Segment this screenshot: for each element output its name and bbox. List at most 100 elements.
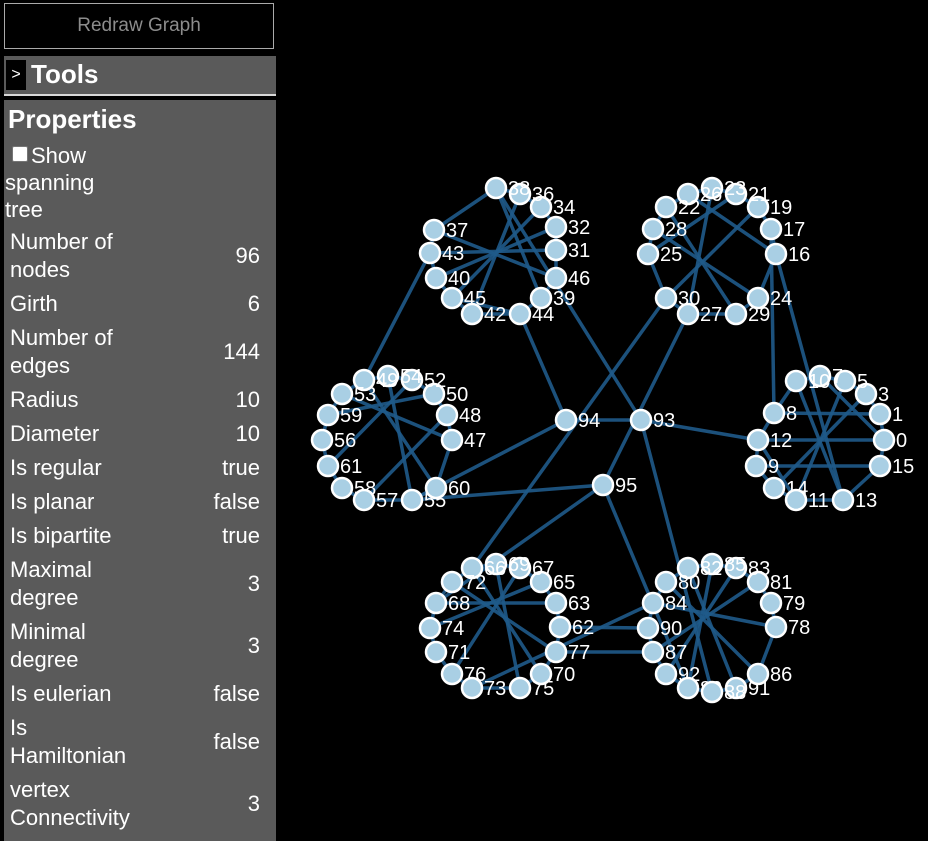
graph-node-circle[interactable]	[440, 662, 464, 686]
graph-node[interactable]: 11	[784, 488, 829, 512]
graph-node[interactable]: 27	[676, 302, 722, 326]
graph-node[interactable]: 68	[424, 591, 470, 615]
graph-node[interactable]: 15	[868, 454, 914, 478]
graph-node[interactable]: 80	[654, 570, 700, 594]
graph-node-circle[interactable]	[641, 640, 665, 664]
graph-node-circle[interactable]	[435, 403, 459, 427]
graph-node[interactable]: 10	[784, 369, 830, 393]
graph-node[interactable]: 93	[629, 408, 675, 432]
graph-node-circle[interactable]	[418, 616, 442, 640]
graph-node[interactable]: 94	[554, 408, 600, 432]
graph-node-circle[interactable]	[759, 217, 783, 241]
graph-node[interactable]: 1	[868, 402, 903, 426]
graph-node[interactable]: 43	[418, 241, 464, 265]
graph-node-circle[interactable]	[352, 488, 376, 512]
graph-node[interactable]: 40	[424, 266, 470, 290]
graph-node-circle[interactable]	[759, 591, 783, 615]
graph-node-circle[interactable]	[641, 217, 665, 241]
graph-node-circle[interactable]	[762, 476, 786, 500]
graph-node-circle[interactable]	[554, 408, 578, 432]
graph-node[interactable]: 90	[636, 616, 682, 640]
graph-node[interactable]: 48	[435, 403, 481, 427]
graph-node-circle[interactable]	[724, 302, 748, 326]
graph-node-circle[interactable]	[418, 241, 442, 265]
graph-node[interactable]: 46	[544, 266, 590, 290]
graph-node-circle[interactable]	[330, 382, 354, 406]
graph-node-circle[interactable]	[746, 662, 770, 686]
graph-node[interactable]: 86	[746, 662, 792, 686]
graph-node-circle[interactable]	[872, 428, 896, 452]
graph-node-circle[interactable]	[654, 570, 678, 594]
graph-node-circle[interactable]	[330, 476, 354, 500]
graph-node[interactable]: 13	[831, 488, 877, 512]
graph-node[interactable]: 70	[529, 662, 575, 686]
graph-node-circle[interactable]	[746, 286, 770, 310]
graph-node[interactable]: 22	[654, 195, 700, 219]
graph-node-circle[interactable]	[629, 408, 653, 432]
graph-node[interactable]: 61	[316, 454, 362, 478]
graph-node[interactable]: 28	[641, 217, 687, 241]
graph-node[interactable]: 78	[764, 615, 810, 639]
graph-node[interactable]: 57	[352, 488, 398, 512]
graph-node-circle[interactable]	[310, 428, 334, 452]
graph-node[interactable]: 31	[544, 238, 590, 262]
graph-node-circle[interactable]	[544, 266, 568, 290]
graph-node-circle[interactable]	[508, 676, 532, 700]
graph-node-circle[interactable]	[400, 488, 424, 512]
graph-node[interactable]: 32	[544, 215, 590, 239]
graph-node[interactable]: 74	[418, 616, 464, 640]
graph-node-circle[interactable]	[440, 428, 464, 452]
graph-node-circle[interactable]	[762, 401, 786, 425]
graph-node[interactable]: 77	[544, 640, 590, 664]
graph-node-circle[interactable]	[316, 403, 340, 427]
graph-node[interactable]: 38	[484, 176, 530, 200]
graph-node-circle[interactable]	[544, 591, 568, 615]
graph-node[interactable]: 16	[764, 242, 810, 266]
graph-node-circle[interactable]	[654, 195, 678, 219]
graph-node-circle[interactable]	[544, 238, 568, 262]
graph-node-circle[interactable]	[784, 369, 808, 393]
graph-node-circle[interactable]	[440, 286, 464, 310]
graph-node-circle[interactable]	[460, 676, 484, 700]
graph-node[interactable]: 56	[310, 428, 356, 452]
graph-node-circle[interactable]	[636, 616, 660, 640]
graph-node[interactable]: 95	[591, 473, 637, 497]
graph-node[interactable]: 53	[330, 382, 376, 406]
graph-node[interactable]: 0	[872, 428, 907, 452]
graph-node-circle[interactable]	[424, 266, 448, 290]
graph-node[interactable]: 9	[744, 454, 779, 478]
graph-node[interactable]: 88	[700, 680, 746, 704]
graph-node-circle[interactable]	[746, 428, 770, 452]
graph-node-circle[interactable]	[636, 242, 660, 266]
graph-node-circle[interactable]	[440, 570, 464, 594]
graph-node-circle[interactable]	[654, 662, 678, 686]
graph-node[interactable]: 84	[641, 591, 687, 615]
graph-node[interactable]: 8	[762, 401, 797, 425]
graph-canvas[interactable]: 0135710812914111315161719212326222825302…	[0, 0, 928, 841]
graph-node-circle[interactable]	[744, 454, 768, 478]
graph-node[interactable]: 25	[636, 242, 682, 266]
graph-node-circle[interactable]	[868, 402, 892, 426]
graph-node-circle[interactable]	[424, 476, 448, 500]
graph-node[interactable]: 59	[316, 403, 362, 427]
graph-node[interactable]: 60	[424, 476, 470, 500]
graph-node[interactable]: 24	[746, 286, 792, 310]
graph-node-circle[interactable]	[764, 242, 788, 266]
graph-node-circle[interactable]	[508, 302, 532, 326]
graph-node-circle[interactable]	[641, 591, 665, 615]
graph-node[interactable]: 72	[440, 570, 486, 594]
graph-node[interactable]: 37	[422, 218, 468, 242]
graph-node-circle[interactable]	[484, 176, 508, 200]
graph-node[interactable]: 12	[746, 428, 792, 452]
graph-node[interactable]: 47	[440, 428, 486, 452]
graph-node-circle[interactable]	[422, 218, 446, 242]
graph-node[interactable]: 44	[508, 302, 554, 326]
graph-node-circle[interactable]	[424, 640, 448, 664]
graph-node-circle[interactable]	[316, 454, 340, 478]
graph-node-circle[interactable]	[424, 591, 448, 615]
graph-node-circle[interactable]	[868, 454, 892, 478]
graph-node-circle[interactable]	[700, 680, 724, 704]
graph-node[interactable]: 17	[759, 217, 805, 241]
graph-node[interactable]: 42	[460, 302, 506, 326]
graph-node-circle[interactable]	[544, 640, 568, 664]
